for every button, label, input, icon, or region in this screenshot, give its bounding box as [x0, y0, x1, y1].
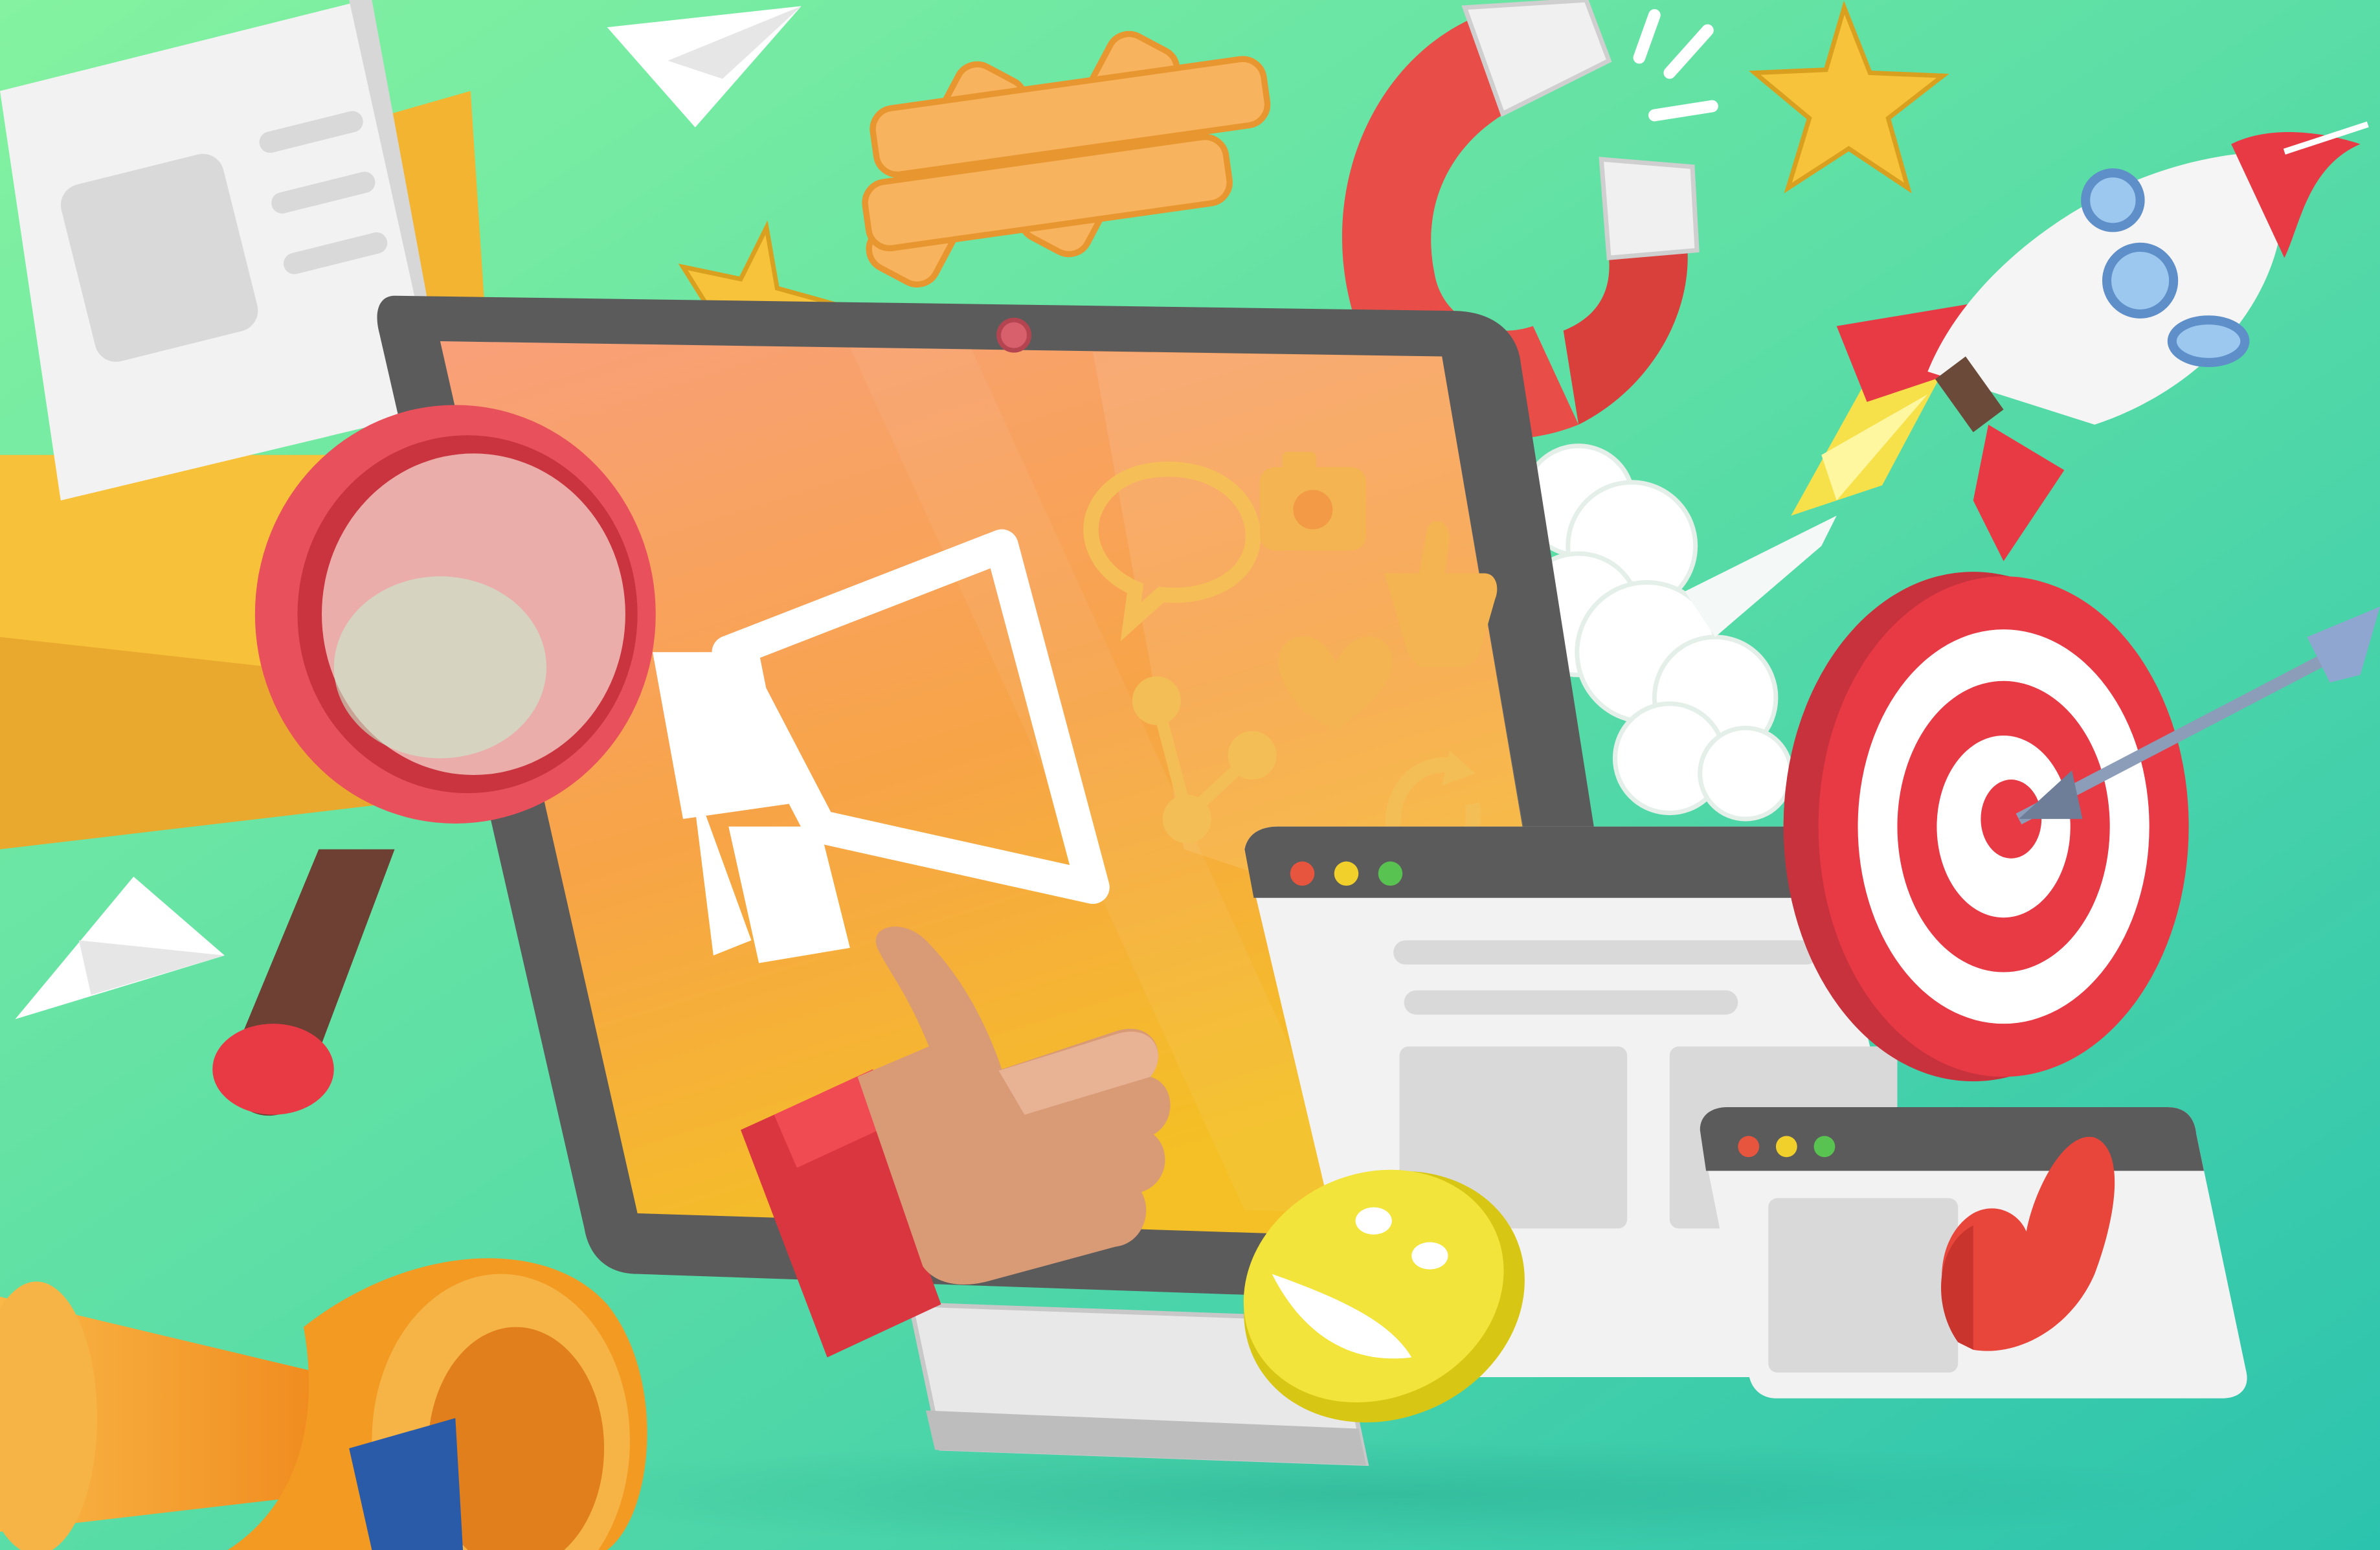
target-icon — [1783, 572, 2189, 1082]
illustration-canvas — [0, 0, 2380, 1550]
marketing-illustration — [0, 0, 2380, 1550]
